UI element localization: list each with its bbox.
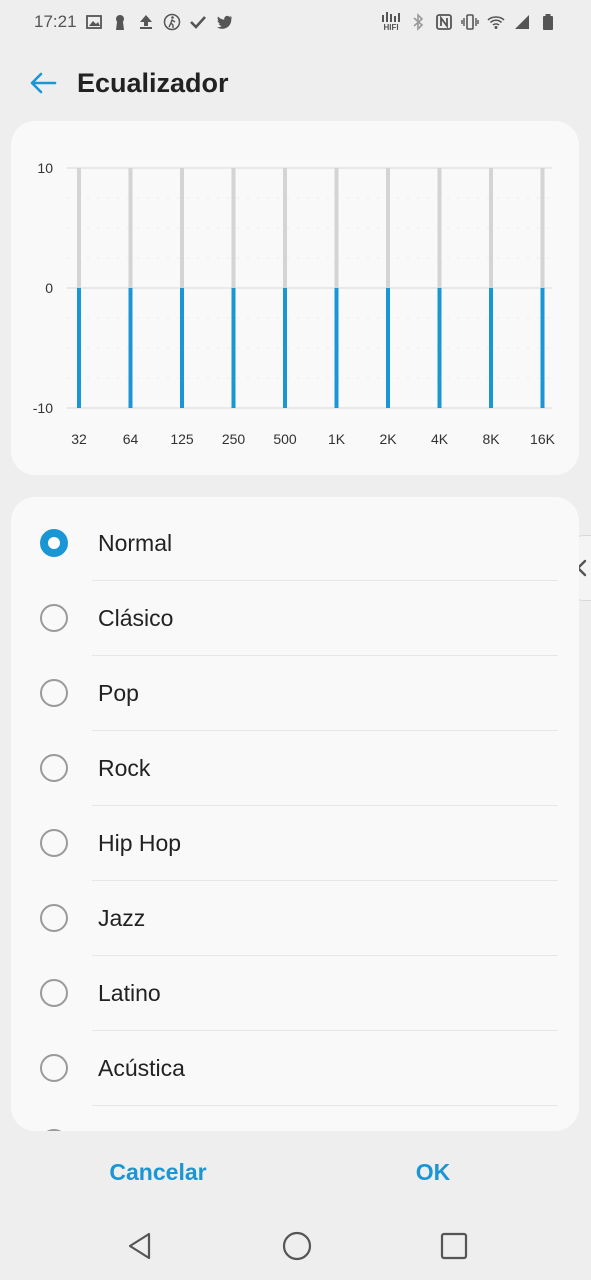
check-icon: [189, 13, 207, 31]
preset-label: Rock: [98, 755, 151, 781]
cancel-button[interactable]: Cancelar: [98, 1150, 218, 1194]
x-tick-label: 64: [123, 431, 139, 447]
signal-icon: [513, 13, 531, 31]
radio-unchecked-icon[interactable]: [40, 1054, 68, 1082]
back-triangle-icon: [128, 1232, 151, 1260]
hifi-icon: HIFI: [381, 12, 401, 32]
nav-home-button[interactable]: [277, 1226, 317, 1266]
preset-label: Jazz: [98, 905, 146, 931]
preset-label: Latino: [98, 980, 161, 1006]
bluetooth-icon: [409, 13, 427, 31]
walking-icon: [163, 13, 181, 31]
page-title: Ecualizador: [77, 68, 229, 98]
radio-unchecked-icon[interactable]: [40, 604, 68, 632]
preset-label: Normal: [98, 530, 173, 556]
upload-icon: [137, 13, 155, 31]
equalizer-chart-card: 10 0 -10 32 64 125 250 500 1K 2K 4K 8K 16K: [11, 121, 579, 475]
x-tick-label: 500: [273, 431, 297, 447]
wifi-icon: [487, 13, 505, 31]
status-right: HIFI: [381, 12, 557, 32]
x-tick-label: 8K: [482, 431, 500, 447]
radio-unchecked-icon[interactable]: [40, 754, 68, 782]
nfc-icon: [435, 13, 453, 31]
keyhole-icon: [111, 13, 129, 31]
status-time: 17:21: [34, 12, 77, 31]
arrow-left-icon: [30, 72, 57, 94]
home-circle-icon: [282, 1231, 312, 1261]
x-tick-label: 4K: [431, 431, 449, 447]
radio-unchecked-icon[interactable]: [40, 679, 68, 707]
twitter-icon: [215, 13, 233, 31]
x-tick-label: 16K: [530, 431, 556, 447]
preset-list: Normal Clásico Pop Rock Hip Hop Jazz Latino Acú…: [11, 497, 579, 1131]
x-tick-label: 32: [71, 431, 87, 447]
status-bar: 17:21 HIFI: [0, 0, 591, 44]
preset-item[interactable]: Normal: [11, 506, 579, 581]
x-tick-label: 250: [222, 431, 246, 447]
preset-label: Hip Hop: [98, 830, 182, 856]
hifi-label: HIFI: [383, 23, 399, 32]
battery-icon: [539, 13, 557, 31]
radio-unchecked-icon[interactable]: [40, 979, 68, 1007]
app-header: Ecualizador: [0, 56, 591, 112]
image-icon: [85, 13, 103, 31]
vibrate-icon: [461, 13, 479, 31]
radio-unchecked-icon[interactable]: [40, 829, 68, 857]
divider: [92, 1105, 558, 1106]
preset-item[interactable]: Clásico: [11, 581, 579, 656]
y-tick-label: 10: [37, 160, 53, 176]
preset-item[interactable]: Hip Hop: [11, 806, 579, 881]
ok-button[interactable]: OK: [403, 1150, 463, 1194]
status-left: 17:21: [34, 12, 233, 32]
preset-label: Clásico: [98, 605, 174, 631]
recents-square-icon: [440, 1232, 468, 1260]
preset-label: Pop: [98, 680, 139, 706]
preset-item[interactable]: Rock: [11, 731, 579, 806]
navigation-bar: [0, 1210, 591, 1280]
equalizer-chart[interactable]: 10 0 -10 32 64 125 250 500 1K 2K 4K 8K 16K: [11, 121, 579, 475]
x-tick-label: 2K: [379, 431, 397, 447]
preset-item[interactable]: Jazz: [11, 881, 579, 956]
radio-unchecked-icon[interactable]: [40, 1129, 68, 1131]
y-tick-label: -10: [33, 400, 53, 416]
preset-label: Acústica: [98, 1055, 185, 1081]
preset-item[interactable]: Latino: [11, 956, 579, 1031]
x-tick-label: 1K: [328, 431, 346, 447]
back-button[interactable]: [26, 68, 60, 98]
preset-item[interactable]: Acústica: [11, 1031, 579, 1106]
x-tick-label: 125: [170, 431, 194, 447]
y-tick-label: 0: [45, 280, 53, 296]
preset-item[interactable]: Pop: [11, 656, 579, 731]
radio-checked-icon[interactable]: [40, 529, 68, 557]
nav-back-button[interactable]: [120, 1226, 160, 1266]
nav-recents-button[interactable]: [434, 1226, 474, 1266]
radio-unchecked-icon[interactable]: [40, 904, 68, 932]
